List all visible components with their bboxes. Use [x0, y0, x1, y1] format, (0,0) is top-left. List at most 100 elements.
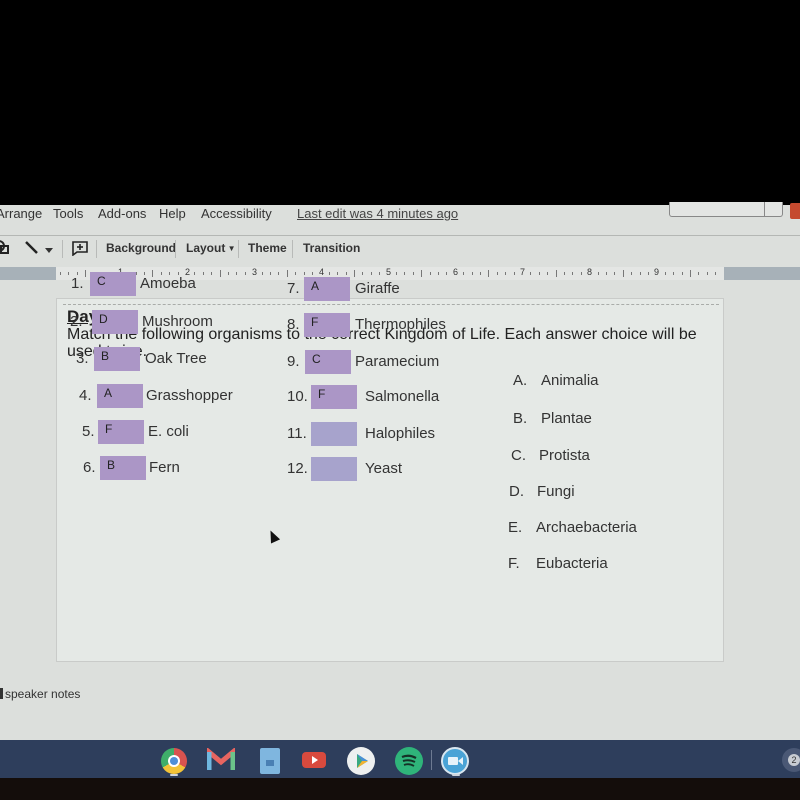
answer-letter[interactable]: B [107, 458, 115, 472]
chrome-icon[interactable] [161, 748, 187, 774]
organism-name: Salmonella [365, 388, 440, 405]
kingdom-name: Eubacteria [536, 555, 608, 572]
ruler-tick [429, 272, 431, 275]
ruler-number: 6 [453, 267, 459, 277]
ruler-tick [648, 272, 649, 275]
toolbar-separator [62, 240, 63, 258]
chromeos-shelf: 2 [0, 740, 800, 778]
menu-arrange[interactable]: Arrange [0, 206, 42, 221]
speaker-notes-placeholder: speaker notes [5, 687, 81, 701]
kingdom-option: D. Fungi [509, 483, 575, 500]
ruler-tick [228, 272, 229, 275]
chevron-down-icon: ▼ [225, 244, 236, 253]
present-button[interactable] [669, 202, 783, 217]
ruler-tick [446, 272, 448, 275]
menu-add-ons[interactable]: Add-ons [98, 206, 146, 221]
spotify-icon[interactable] [395, 747, 423, 775]
answer-letter[interactable]: D [99, 312, 108, 326]
toolbar-separator [96, 240, 97, 258]
background-button[interactable]: Background [106, 241, 176, 255]
kingdom-option: B. Plantae [513, 410, 592, 427]
ruler-tick [60, 272, 61, 275]
question-number: 4. [79, 387, 92, 404]
status-tray[interactable]: 2 [782, 748, 800, 772]
theme-button[interactable]: Theme [248, 241, 287, 255]
menu-tools[interactable]: Tools [53, 206, 83, 221]
ruler-tick [538, 272, 540, 275]
zoom-active-indicator [452, 774, 460, 776]
ruler-tick [370, 272, 372, 275]
answer-letter[interactable]: F [105, 422, 112, 436]
toolbar-separator [175, 240, 176, 258]
ruler-number: 7 [520, 267, 526, 277]
ruler-tick [438, 272, 439, 275]
ruler-number: 9 [654, 267, 660, 277]
organism-name: Halophiles [365, 425, 436, 442]
transition-button[interactable]: Transition [303, 241, 360, 255]
google-slides-window: Arrange Tools Add-ons Help Accessibility… [0, 202, 800, 740]
docs-file-icon[interactable] [260, 748, 280, 774]
ruler-tick [236, 272, 238, 275]
menu-accessibility[interactable]: Accessibility [201, 206, 272, 221]
add-comment-icon[interactable] [72, 241, 88, 259]
answer-box[interactable] [311, 422, 357, 446]
question-number: 6. [83, 459, 96, 476]
ruler-tick [530, 272, 532, 275]
ruler-tick [496, 272, 498, 275]
gmail-icon[interactable] [206, 746, 236, 774]
slide-canvas[interactable]: Day 3 Match the following organisms to t… [56, 272, 724, 662]
ruler-tick [362, 272, 364, 275]
ruler-tick [664, 272, 666, 275]
question-number: 10. [287, 388, 308, 405]
last-edit-link[interactable]: Last edit was 4 minutes ago [297, 206, 458, 221]
ruler-tick [631, 272, 633, 275]
answer-letter[interactable]: F [311, 315, 318, 329]
ruler-tick [211, 272, 213, 275]
answer-letter[interactable]: A [311, 279, 319, 293]
play-store-icon[interactable] [347, 747, 375, 775]
kingdom-option: E. Archaebacteria [508, 519, 637, 536]
chevron-down-icon[interactable] [45, 243, 53, 257]
youtube-icon[interactable] [302, 752, 326, 768]
line-icon[interactable] [24, 240, 40, 259]
ruler-tick [379, 272, 381, 275]
ruler-tick [85, 270, 87, 277]
ruler-tick [421, 270, 423, 277]
ruler-tick [396, 272, 397, 275]
ruler-tick [286, 270, 288, 277]
kingdom-letter: C. [511, 447, 526, 464]
ruler-tick [345, 272, 347, 275]
answer-letter[interactable]: A [104, 386, 112, 400]
ruler-tick [698, 272, 700, 275]
answer-letter[interactable]: B [101, 349, 109, 363]
question-number: 7. [287, 280, 300, 297]
ruler-tick [614, 272, 616, 275]
layout-button[interactable]: Layout ▼ [186, 241, 235, 255]
shape-icon[interactable] [0, 239, 10, 258]
organism-name: Giraffe [355, 280, 400, 297]
answer-letter[interactable]: F [318, 387, 325, 401]
notification-badge: 2 [788, 754, 800, 766]
answer-box[interactable] [311, 457, 357, 481]
laptop-bezel [0, 778, 800, 800]
organism-name: Fern [149, 459, 180, 476]
kingdom-name: Plantae [541, 410, 592, 427]
ruler-tick [564, 272, 565, 275]
organism-name: Thermophiles [355, 316, 446, 333]
ruler-tick [244, 272, 246, 275]
menu-bar: Arrange Tools Add-ons Help Accessibility… [0, 202, 800, 227]
present-dropdown-divider [764, 202, 765, 216]
ruler-tick [547, 272, 549, 275]
ruler-tick [471, 272, 473, 275]
ruler-tick [354, 270, 355, 277]
kingdom-letter: B. [513, 410, 528, 427]
answer-letter[interactable]: C [312, 352, 321, 366]
speaker-notes-field[interactable]: speaker notes [0, 687, 80, 701]
menu-help[interactable]: Help [159, 206, 186, 221]
ruler-tick [706, 272, 708, 275]
zoom-icon[interactable] [441, 747, 469, 775]
share-button[interactable] [790, 203, 800, 219]
answer-letter[interactable]: C [97, 274, 106, 288]
kingdom-name: Archaebacteria [536, 519, 637, 536]
toolbar: Background Layout ▼ Theme Transition [0, 237, 800, 263]
